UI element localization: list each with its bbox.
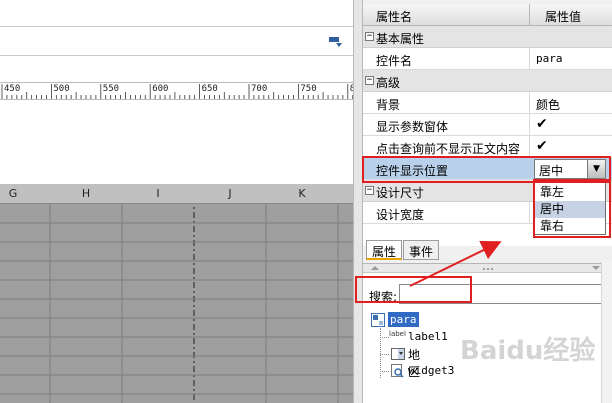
column-label-h[interactable]: H <box>76 187 96 200</box>
tab-properties[interactable]: 属性 <box>366 240 403 260</box>
ruler-label: 650 <box>201 84 218 94</box>
row-value[interactable]: 颜色 <box>536 96 560 113</box>
column-label-k[interactable]: K <box>292 187 312 200</box>
report-grid[interactable]: G H I J K <box>0 184 353 403</box>
ruler-label: 500 <box>53 84 70 94</box>
row-widget-name[interactable]: 控件名 para <box>363 48 612 70</box>
form-icon <box>371 313 385 327</box>
column-separator <box>529 92 530 114</box>
group-advanced[interactable]: − 高级 <box>363 70 612 92</box>
row-label: 点击查询前不显示正文内容 <box>376 142 521 156</box>
highlight-tree-node <box>355 276 472 303</box>
header-name: 属性名 <box>376 10 413 24</box>
row-background[interactable]: 背景 颜色 <box>363 92 612 114</box>
tree-node-label: para <box>388 312 419 327</box>
panel-grip[interactable] <box>363 264 612 273</box>
row-value[interactable]: para <box>536 52 563 65</box>
property-table-header: 属性名 属性值 <box>363 4 612 26</box>
tab-events[interactable]: 事件 <box>403 240 440 260</box>
ruler-label: 750 <box>300 84 317 94</box>
column-label-g[interactable]: G <box>3 187 23 200</box>
collapse-icon[interactable]: − <box>365 76 374 85</box>
design-canvas[interactable] <box>0 100 353 184</box>
row-hide-before-query[interactable]: 点击查询前不显示正文内容 ✔ <box>363 136 612 158</box>
search-widget-icon <box>391 364 404 378</box>
tree-node-label: widget3 <box>408 364 455 377</box>
highlight-dropdown <box>533 179 611 238</box>
column-separator <box>529 48 530 70</box>
column-label-i[interactable]: I <box>148 187 168 200</box>
row-label: 控件名 <box>376 54 413 68</box>
checkbox-checked-icon[interactable]: ✔ <box>536 139 548 153</box>
checkbox-checked-icon[interactable]: ✔ <box>536 117 548 131</box>
group-title: 设计尺寸 <box>376 186 425 200</box>
watermark: Baidu经验 <box>460 336 596 366</box>
header-separator <box>529 4 530 26</box>
panel-splitter[interactable] <box>353 0 363 403</box>
row-label: 背景 <box>376 98 401 112</box>
group-basic[interactable]: − 基本属性 <box>363 26 612 48</box>
row-show-param-window[interactable]: 显示参数窗体 ✔ <box>363 114 612 136</box>
ruler-label: 700 <box>251 84 268 94</box>
group-title: 基本属性 <box>376 32 425 46</box>
design-toolbar <box>0 26 353 56</box>
column-separator <box>529 202 530 224</box>
collapse-icon[interactable]: − <box>365 186 374 195</box>
tree-connector <box>380 371 389 372</box>
collapse-icon[interactable]: − <box>365 32 374 41</box>
ruler-label: 600 <box>152 84 169 94</box>
row-label: 显示参数窗体 <box>376 120 449 134</box>
column-header-bar: G H I J K <box>0 184 353 204</box>
combobox-icon <box>391 348 405 360</box>
column-separator <box>529 136 530 158</box>
column-label-j[interactable]: J <box>220 187 240 200</box>
tree-connector <box>380 354 389 355</box>
tree-scrollbar[interactable] <box>601 262 612 403</box>
filter-dropdown-icon[interactable] <box>329 37 343 47</box>
ruler-label: 550 <box>102 84 120 94</box>
panel-tabs: 属性 事件 <box>363 238 612 260</box>
horizontal-ruler: 4505005506006507007508008 <box>0 82 353 100</box>
header-value: 属性值 <box>545 10 582 24</box>
tree-connector <box>380 337 389 338</box>
ruler-label: 450 <box>4 84 21 94</box>
label-icon: label <box>389 330 406 338</box>
design-area: 4505005506006507007508008 G H I J K <box>0 0 353 403</box>
column-separator <box>529 114 530 136</box>
group-title: 高级 <box>376 76 401 90</box>
row-label: 设计宽度 <box>376 208 425 222</box>
tree-node-label: label1 <box>408 330 448 343</box>
